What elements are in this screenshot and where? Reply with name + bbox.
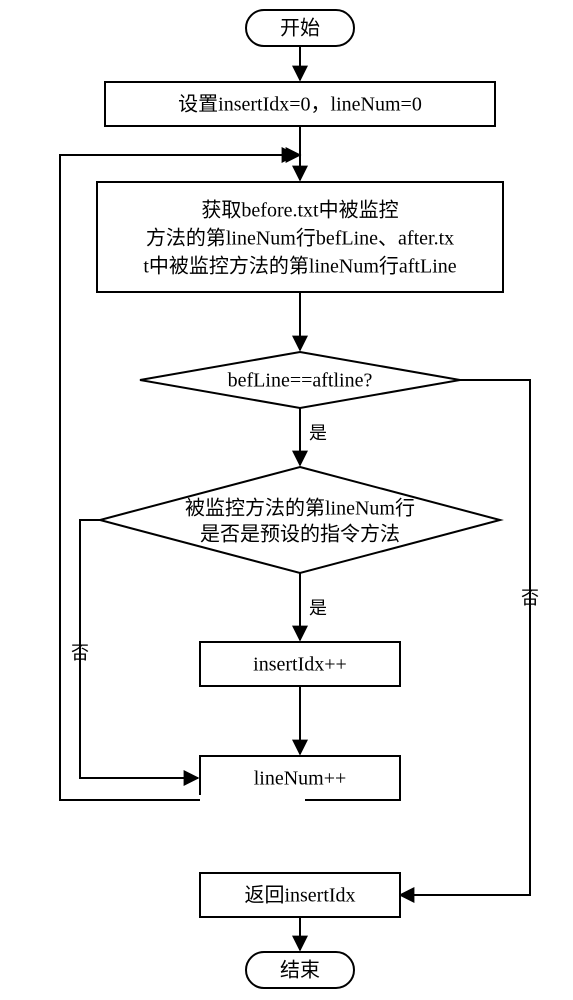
insertidx-inc: insertIdx++ bbox=[200, 642, 400, 686]
linenum-inc: lineNum++ bbox=[200, 756, 400, 800]
fetch-label-2: 方法的第lineNum行befLine、after.tx bbox=[146, 227, 454, 250]
yes-label-1: 是 bbox=[309, 423, 327, 443]
fetch-label-3: t中被监控方法的第lineNum行aftLine bbox=[143, 255, 456, 278]
decision-befline-aftline: befLine==aftline? bbox=[140, 352, 460, 408]
decision2-label-2: 是否是预设的指令方法 bbox=[200, 523, 400, 546]
start-terminator: 开始 bbox=[246, 10, 354, 46]
no-label-left: 否 bbox=[71, 643, 89, 663]
linenum-label: lineNum++ bbox=[254, 768, 347, 790]
edge-no-right bbox=[400, 380, 530, 895]
init-process: 设置insertIdx=0，lineNum=0 bbox=[105, 82, 495, 126]
return-process: 返回insertIdx bbox=[200, 873, 400, 917]
fetch-process: 获取before.txt中被监控 方法的第lineNum行befLine、aft… bbox=[97, 182, 503, 292]
end-terminator: 结束 bbox=[246, 952, 354, 988]
decision1-label: befLine==aftline? bbox=[228, 370, 373, 392]
insertidx-label: insertIdx++ bbox=[253, 654, 347, 676]
decision2-label-1: 被监控方法的第lineNum行 bbox=[185, 497, 415, 520]
no-label-right: 否 bbox=[521, 588, 539, 608]
return-label: 返回insertIdx bbox=[244, 884, 355, 907]
start-label: 开始 bbox=[280, 17, 320, 40]
edge-no-left bbox=[80, 520, 198, 778]
end-label: 结束 bbox=[280, 959, 320, 982]
loop-exit-edge bbox=[60, 800, 300, 820]
decision-preset-instruction: 被监控方法的第lineNum行 是否是预设的指令方法 bbox=[100, 467, 500, 573]
init-label: 设置insertIdx=0，lineNum=0 bbox=[178, 93, 422, 116]
yes-label-2: 是 bbox=[309, 598, 327, 618]
fetch-label-1: 获取before.txt中被监控 bbox=[201, 199, 398, 222]
